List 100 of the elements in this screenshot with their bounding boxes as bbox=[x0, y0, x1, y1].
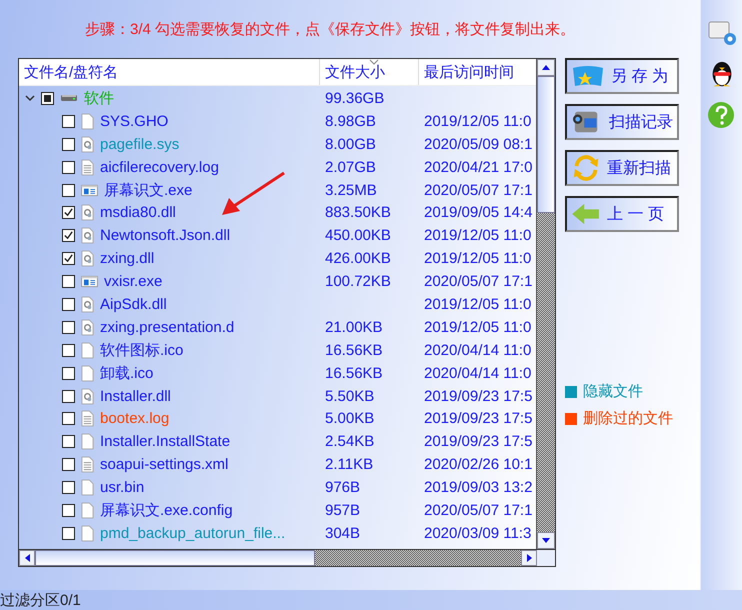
status-text: 过滤分区0/1 bbox=[0, 590, 81, 610]
checkbox[interactable] bbox=[62, 435, 75, 448]
size-cell-text: 976B bbox=[324, 479, 362, 496]
size-cell-text: 8.98GB bbox=[324, 112, 377, 130]
file-name[interactable]: 屏幕识文.exe.config bbox=[100, 500, 233, 520]
action-button[interactable]: 上 一 页 bbox=[565, 196, 679, 232]
date-cell-text: 2020/05/07 17:1 bbox=[423, 502, 534, 519]
checkbox[interactable] bbox=[62, 252, 75, 266]
file-name[interactable]: msdia80.dll bbox=[100, 204, 176, 222]
checkbox[interactable] bbox=[62, 412, 75, 426]
checkbox[interactable] bbox=[62, 390, 75, 403]
column-header[interactable]: 文件大小 bbox=[320, 59, 419, 85]
file-icon bbox=[81, 342, 94, 359]
checkbox[interactable] bbox=[62, 526, 75, 540]
file-name[interactable]: 软件图标.ico bbox=[100, 340, 184, 360]
file-name[interactable]: 卸载.ico bbox=[100, 364, 154, 383]
size-cell-text: 8.00GB bbox=[324, 136, 377, 153]
settings-file-icon bbox=[81, 204, 94, 222]
date-cell-text: 2020/04/14 11:0 bbox=[423, 364, 532, 382]
checkbox[interactable] bbox=[62, 160, 75, 174]
legend-label: 删除过的文件 bbox=[583, 409, 673, 428]
size-cell-text: 304B bbox=[324, 524, 362, 542]
app-window-icon bbox=[81, 184, 98, 196]
action-button[interactable]: 另 存 为 bbox=[565, 58, 679, 94]
action-button[interactable]: 重新扫描 bbox=[565, 150, 679, 186]
file-name[interactable]: 屏幕识文.exe bbox=[104, 180, 192, 200]
file-icon bbox=[81, 433, 94, 450]
file-icon bbox=[81, 112, 94, 130]
scroll-right-arrow-icon[interactable] bbox=[526, 554, 532, 562]
size-cell-text: 426.00KB bbox=[324, 250, 392, 268]
checkbox[interactable] bbox=[62, 320, 75, 334]
file-name[interactable]: aicfilerecovery.log bbox=[100, 158, 219, 176]
horizontal-scrollbar[interactable] bbox=[19, 549, 555, 566]
size-cell-text: 21.00KB bbox=[324, 318, 384, 336]
checkbox[interactable] bbox=[62, 504, 75, 517]
checkbox[interactable] bbox=[62, 458, 75, 472]
file-name[interactable]: zxing.dll bbox=[100, 250, 154, 268]
date-cell-text: 2020/05/09 08:1 bbox=[423, 136, 534, 153]
file-name[interactable]: SYS.GHO bbox=[100, 112, 168, 130]
vertical-scrollbar[interactable] bbox=[536, 59, 555, 549]
file-icon bbox=[81, 502, 94, 519]
size-cell-text: 16.56KB bbox=[324, 364, 384, 382]
checkbox[interactable] bbox=[62, 344, 75, 357]
size-cell-text: 2.54KB bbox=[324, 433, 376, 450]
date-cell-text: 2019/09/23 17:5 bbox=[423, 388, 534, 405]
settings-file-icon bbox=[81, 318, 94, 336]
checkbox[interactable] bbox=[62, 206, 75, 220]
date-cell-text: 2020/05/07 17:1 bbox=[423, 273, 534, 290]
drive-icon bbox=[60, 93, 78, 104]
checkbox[interactable] bbox=[62, 481, 75, 494]
scrollbar-corner bbox=[537, 550, 555, 566]
file-name[interactable]: AipSdk.dll bbox=[100, 296, 167, 313]
collapse-chevron-icon[interactable] bbox=[25, 93, 35, 104]
scrollbar-thumb[interactable] bbox=[537, 76, 555, 213]
sort-caret-icon bbox=[369, 59, 379, 65]
date-cell-text: 2019/09/23 17:5 bbox=[423, 410, 534, 428]
file-name[interactable]: Installer.InstallState bbox=[100, 433, 230, 450]
file-name[interactable]: Newtonsoft.Json.dll bbox=[100, 227, 230, 244]
size-cell-text: 5.00KB bbox=[324, 410, 376, 428]
refresh-icon bbox=[571, 153, 601, 183]
file-icon bbox=[81, 524, 94, 542]
date-cell-text: 2020/05/07 17:1 bbox=[423, 182, 534, 198]
size-cell-text: 450.00KB bbox=[324, 227, 392, 244]
file-name[interactable]: zxing.presentation.d bbox=[100, 318, 234, 336]
column-header[interactable]: 文件名/盘符名 bbox=[19, 59, 320, 85]
date-cell-text: 2019/12/05 11:0 bbox=[423, 296, 532, 313]
scroll-down-arrow-icon[interactable] bbox=[542, 538, 550, 543]
size-cell-text: 957B bbox=[324, 502, 362, 519]
scroll-up-arrow-icon[interactable] bbox=[542, 65, 550, 70]
file-icon bbox=[81, 479, 94, 496]
text-file-icon bbox=[81, 158, 94, 176]
size-cell-text: 16.56KB bbox=[324, 342, 384, 359]
checkbox[interactable] bbox=[62, 366, 75, 380]
scroll-left-arrow-icon[interactable] bbox=[24, 554, 30, 562]
size-cell-text: 5.50KB bbox=[324, 388, 376, 405]
scrollbar-thumb[interactable] bbox=[35, 550, 315, 566]
checkbox[interactable] bbox=[62, 184, 75, 196]
date-cell-text: 2020/04/21 17:0 bbox=[423, 158, 534, 176]
text-file-icon bbox=[81, 456, 94, 474]
checkbox[interactable] bbox=[62, 138, 75, 151]
settings-file-icon bbox=[81, 296, 94, 313]
settings-file-icon bbox=[81, 227, 94, 244]
checkbox[interactable] bbox=[62, 298, 75, 311]
checkbox[interactable] bbox=[41, 92, 54, 105]
settings-file-icon bbox=[81, 388, 94, 405]
size-cell-text: 2.07GB bbox=[324, 158, 377, 176]
checkbox[interactable] bbox=[62, 275, 75, 288]
file-name[interactable]: Installer.dll bbox=[100, 388, 171, 405]
file-name[interactable]: usr.bin bbox=[100, 479, 144, 496]
checkbox[interactable] bbox=[62, 229, 75, 242]
left-arrow-icon bbox=[571, 202, 601, 226]
date-cell-text: 2020/02/26 10:1 bbox=[423, 456, 534, 474]
date-cell-text: 2020/03/09 11:3 bbox=[423, 524, 532, 542]
checkbox[interactable] bbox=[62, 114, 75, 128]
file-name[interactable]: soapui-settings.xml bbox=[100, 456, 228, 474]
file-name[interactable]: vxisr.exe bbox=[104, 273, 162, 290]
date-cell-text: 2019/12/05 11:0 bbox=[423, 227, 532, 244]
text-file-icon bbox=[81, 410, 94, 428]
date-cell-text: 2019/12/05 11:0 bbox=[423, 112, 532, 130]
action-button[interactable]: 扫描记录 bbox=[565, 104, 679, 140]
